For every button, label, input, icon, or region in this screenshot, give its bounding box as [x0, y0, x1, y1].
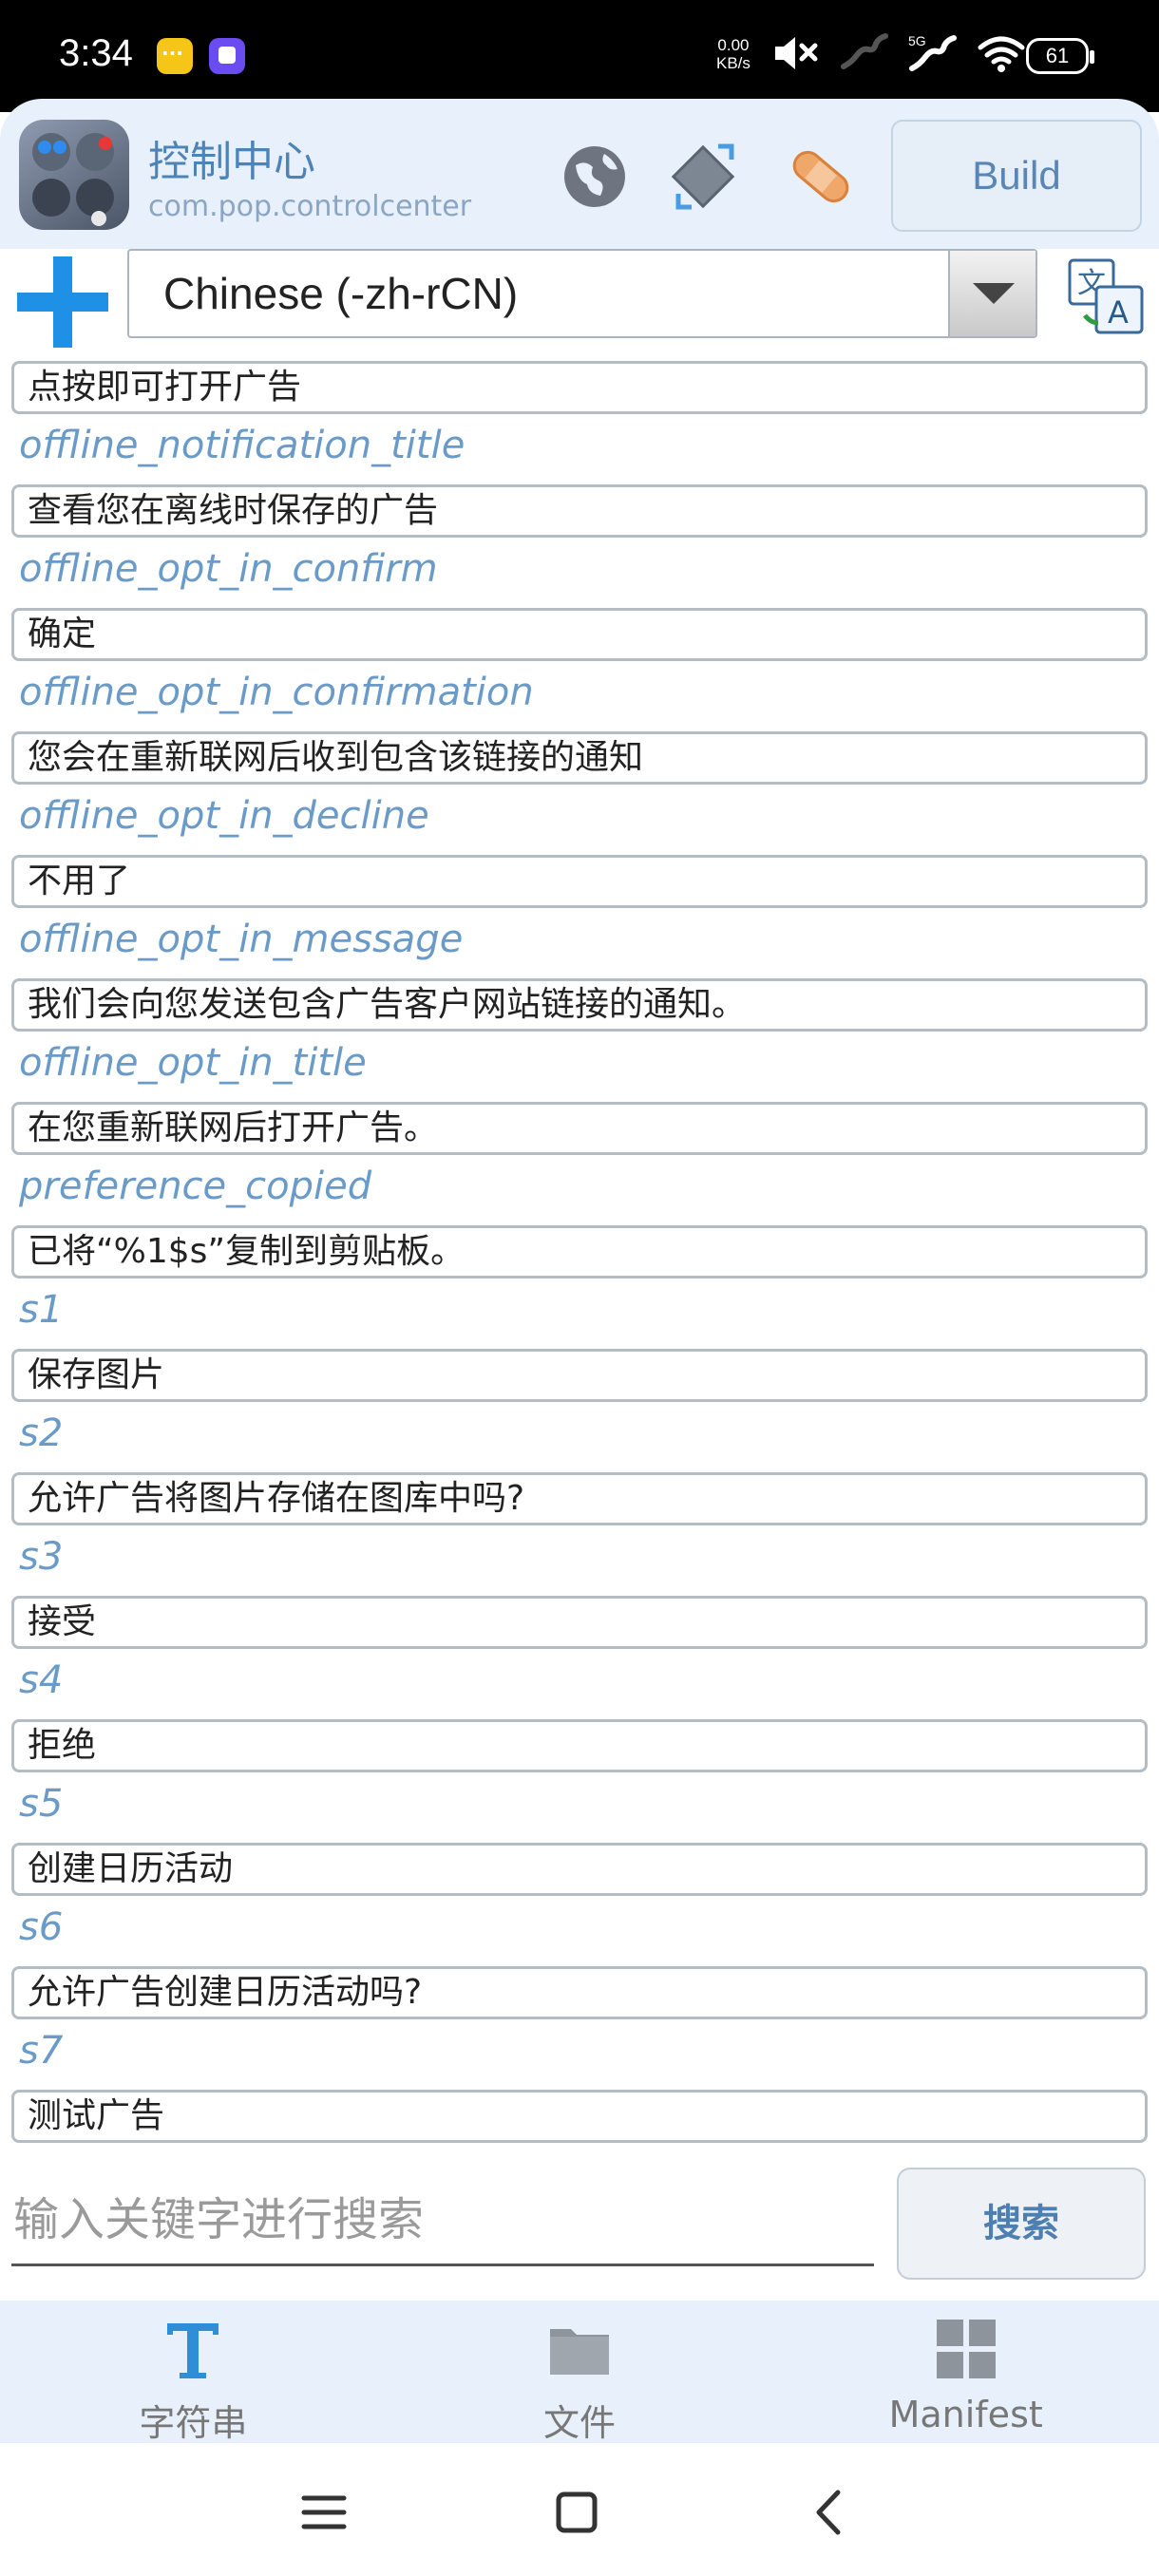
battery-indicator: 61 — [1026, 38, 1094, 74]
string-entry: s5 创建日历活动 — [0, 1782, 1159, 1905]
app-title: 控制中心 — [148, 138, 315, 186]
string-value-field[interactable]: 接受 — [11, 1596, 1148, 1649]
add-language-icon[interactable] — [17, 256, 108, 348]
string-key: s5 — [19, 1782, 64, 1826]
wifi-icon — [978, 36, 1025, 72]
string-value-field[interactable]: 允许广告将图片存储在图库中吗? — [11, 1472, 1148, 1525]
string-value-field[interactable]: 允许广告创建日历活动吗? — [11, 1966, 1148, 2019]
signal-5g-icon: 5G — [908, 33, 957, 71]
text-t-icon — [167, 2323, 219, 2378]
string-key: s2 — [19, 1411, 64, 1455]
string-entry: offline_notification_title 查看您在离线时保存的广告 — [0, 424, 1159, 547]
tab-strings[interactable]: 字符串 — [0, 2301, 387, 2444]
string-key: offline_opt_in_decline — [19, 794, 429, 838]
package-name: com.pop.controlcenter — [148, 190, 472, 223]
network-speed-value: 0.00 — [717, 36, 750, 54]
string-key: s1 — [19, 1288, 64, 1332]
string-value-field[interactable]: 创建日历活动 — [11, 1843, 1148, 1896]
string-key: offline_opt_in_message — [19, 918, 464, 961]
string-key: s6 — [19, 1905, 64, 1949]
rotate-screen-icon[interactable] — [665, 137, 745, 217]
home-icon[interactable] — [543, 2479, 610, 2546]
string-value-field[interactable]: 您会在重新联网后收到包含该链接的通知 — [11, 731, 1148, 785]
signal-5g-label: 5G — [908, 33, 926, 48]
string-value-field[interactable]: 已将“%1$s”复制到剪贴板。 — [11, 1225, 1148, 1279]
tab-manifest[interactable]: Manifest — [772, 2301, 1159, 2443]
string-value-field[interactable]: 拒绝 — [11, 1719, 1148, 1772]
string-entry: s4 拒绝 — [0, 1658, 1159, 1782]
string-value-field[interactable]: 点按即可打开广告 — [11, 361, 1148, 414]
string-value-field[interactable]: 确定 — [11, 608, 1148, 661]
string-key: s7 — [19, 2029, 64, 2073]
system-nav-bar — [0, 2443, 1159, 2576]
string-entry: s6 允许广告创建日历活动吗? — [0, 1905, 1159, 2029]
network-speed-unit: KB/s — [716, 54, 750, 72]
tab-files[interactable]: 文件 — [387, 2301, 773, 2444]
menu-icon[interactable] — [291, 2479, 357, 2546]
string-key: offline_notification_title — [19, 424, 466, 467]
signal-weak-icon — [841, 33, 888, 69]
string-key: offline_opt_in_title — [19, 1041, 367, 1085]
search-input[interactable] — [11, 2175, 874, 2266]
string-entry: s2 允许广告将图片存储在图库中吗? — [0, 1411, 1159, 1535]
language-selected: Chinese (-zh-rCN) — [163, 269, 519, 318]
grid-icon — [936, 2320, 996, 2378]
string-entry: s7 测试广告 — [0, 2029, 1159, 2147]
string-value-field[interactable]: 测试广告 — [11, 2090, 1148, 2143]
string-key: preference_copied — [19, 1165, 372, 1208]
tab-strings-label: 字符串 — [139, 2402, 248, 2444]
string-entry: s3 接受 — [0, 1535, 1159, 1658]
globe-icon[interactable] — [555, 137, 635, 217]
chat-notification-icon — [157, 38, 193, 74]
string-value-field[interactable]: 查看您在离线时保存的广告 — [11, 484, 1148, 538]
search-button[interactable]: 搜索 — [897, 2168, 1146, 2280]
network-speed: 0.00 KB/s — [716, 36, 750, 72]
string-list[interactable]: 点按即可打开广告 offline_notification_title 查看您在离线… — [0, 361, 1159, 2147]
string-key: offline_opt_in_confirm — [19, 547, 438, 591]
string-entry: preference_copied 已将“%1$s”复制到剪贴板。 — [0, 1165, 1159, 1288]
status-bar: 3:34 0.00 KB/s 5G — [0, 0, 1159, 112]
mute-icon — [775, 37, 818, 69]
string-key: s3 — [19, 1535, 64, 1579]
screen: 3:34 0.00 KB/s 5G — [0, 0, 1159, 2576]
string-entry: offline_opt_in_decline 不用了 — [0, 794, 1159, 918]
tab-manifest-label: Manifest — [888, 2394, 1043, 2435]
language-row: Chinese (-zh-rCN) 文 A — [0, 249, 1159, 348]
status-time: 3:34 — [59, 32, 133, 74]
string-entry: offline_opt_in_title 在您重新联网后打开广告。 — [0, 1041, 1159, 1165]
app-notification-icon — [209, 38, 245, 74]
tab-files-label: 文件 — [543, 2402, 617, 2444]
string-entry: offline_opt_in_message 我们会向您发送包含广告客户网站链接的… — [0, 918, 1159, 1041]
string-value-field[interactable]: 不用了 — [11, 855, 1148, 908]
string-entry: offline_opt_in_confirmation 您会在重新联网后收到包含该… — [0, 671, 1159, 794]
app-header: 控制中心 com.pop.controlcenter Build — [0, 99, 1159, 249]
translate-icon[interactable]: 文 A — [1066, 256, 1146, 336]
status-icons: 5G — [771, 32, 1026, 74]
folder-icon — [550, 2329, 609, 2375]
back-icon[interactable] — [796, 2479, 863, 2546]
build-button[interactable]: Build — [891, 120, 1142, 232]
string-key: s4 — [19, 1658, 64, 1702]
patch-bandage-icon[interactable] — [781, 137, 861, 217]
string-value-field[interactable]: 在您重新联网后打开广告。 — [11, 1102, 1148, 1155]
string-value-field[interactable]: 我们会向您发送包含广告客户网站链接的通知。 — [11, 978, 1148, 1032]
string-entry: s1 保存图片 — [0, 1288, 1159, 1411]
svg-text:A: A — [1108, 294, 1129, 331]
string-key: offline_opt_in_confirmation — [19, 671, 534, 714]
bottom-tab-bar: 字符串 文件 Manifest — [0, 2301, 1159, 2444]
language-select[interactable]: Chinese (-zh-rCN) — [127, 249, 1037, 338]
chevron-down-icon[interactable] — [948, 251, 1036, 336]
string-entry: offline_opt_in_confirm 确定 — [0, 547, 1159, 671]
string-value-field[interactable]: 保存图片 — [11, 1349, 1148, 1402]
app-icon — [19, 120, 129, 230]
